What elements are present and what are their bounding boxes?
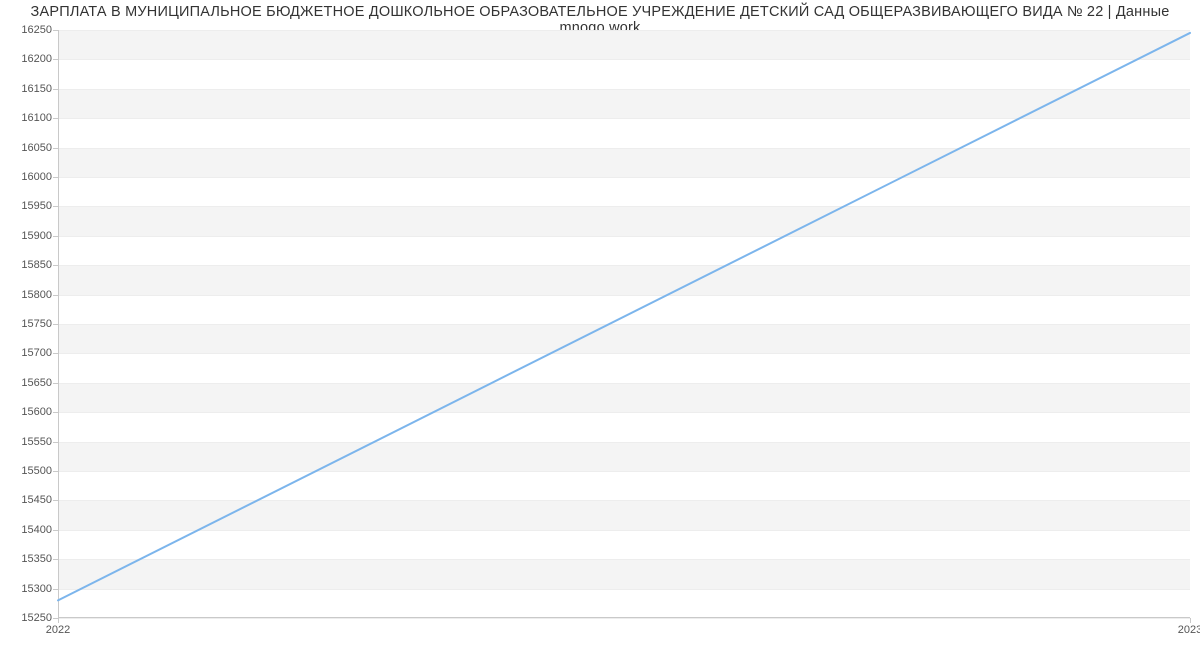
y-tick-label: 15550 [6,436,52,448]
y-tick [53,412,58,413]
y-tick-label: 15250 [6,612,52,624]
y-tick-label: 15900 [6,230,52,242]
y-tick [53,295,58,296]
y-tick-label: 15750 [6,318,52,330]
y-tick [53,206,58,207]
y-tick-label: 15650 [6,377,52,389]
y-tick [53,265,58,266]
y-tick [53,589,58,590]
y-tick-label: 15800 [6,289,52,301]
y-tick-label: 16150 [6,83,52,95]
y-tick-label: 15400 [6,524,52,536]
y-tick-label: 16200 [6,53,52,65]
chart-container: ЗАРПЛАТА В МУНИЦИПАЛЬНОЕ БЮДЖЕТНОЕ ДОШКО… [0,0,1200,650]
y-tick-label: 16100 [6,112,52,124]
y-tick [53,148,58,149]
y-tick-label: 15450 [6,494,52,506]
y-tick [53,59,58,60]
y-tick [53,177,58,178]
y-tick-label: 15350 [6,553,52,565]
y-tick-label: 15300 [6,583,52,595]
y-tick [53,89,58,90]
x-tick [58,618,59,623]
y-tick-label: 15600 [6,406,52,418]
y-tick [53,118,58,119]
y-tick [53,383,58,384]
y-tick-label: 16000 [6,171,52,183]
y-tick [53,559,58,560]
series-line [58,33,1190,600]
x-tick [1190,618,1191,623]
y-tick-label: 15950 [6,200,52,212]
plot-area [58,30,1190,618]
y-tick [53,530,58,531]
y-tick [53,236,58,237]
y-tick [53,353,58,354]
y-tick-label: 15850 [6,259,52,271]
y-tick-label: 15500 [6,465,52,477]
y-tick [53,30,58,31]
x-tick-label: 2023 [1178,624,1200,636]
y-gridline [58,618,1190,619]
y-tick-label: 16250 [6,24,52,36]
y-tick [53,442,58,443]
x-tick-label: 2022 [46,624,70,636]
line-series-svg [58,30,1190,618]
y-tick-label: 16050 [6,142,52,154]
y-tick [53,500,58,501]
y-tick-label: 15700 [6,347,52,359]
y-tick [53,471,58,472]
y-tick [53,324,58,325]
